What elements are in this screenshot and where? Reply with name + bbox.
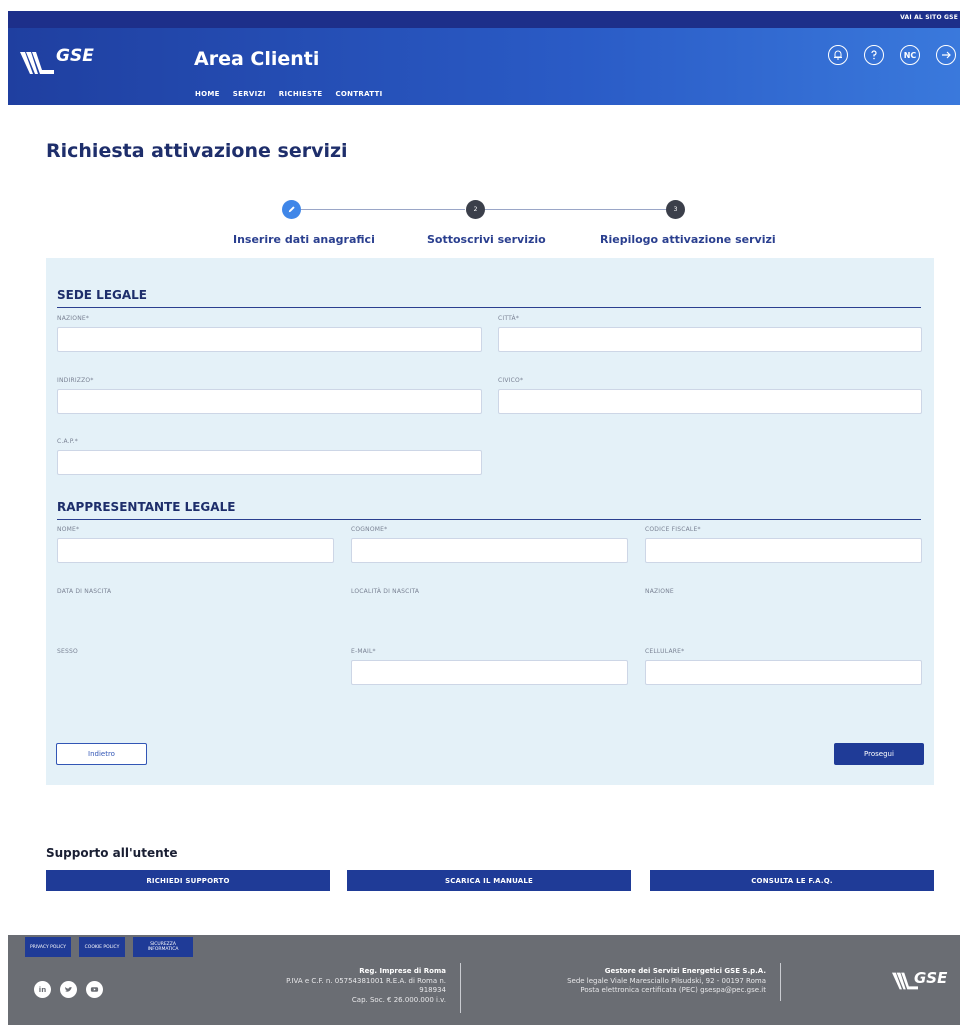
page-title: Richiesta attivazione servizi <box>46 140 348 162</box>
citta-input[interactable] <box>498 327 922 352</box>
registry-line: 918934 <box>419 986 446 994</box>
security-link[interactable]: SICUREZZA INFORMATICA <box>133 937 193 957</box>
logo-text: GSE <box>56 46 94 66</box>
section-divider <box>57 307 921 308</box>
step-connector <box>485 209 670 210</box>
footer-policy-links: PRIVACY POLICY COOKIE POLICY SICUREZZA I… <box>25 937 193 957</box>
localita-nascita-label: LOCALITÀ DI NASCITA <box>351 588 420 595</box>
top-utility-bar: VAI AL SITO GSE <box>8 11 960 28</box>
footer-divider <box>460 963 461 1013</box>
footer-gse-logo: GSE <box>892 969 952 1005</box>
next-button[interactable]: Prosegui <box>834 743 924 765</box>
header-actions: NC <box>828 45 956 65</box>
social-links: in <box>34 981 103 998</box>
nazione-nascita-label: NAZIONE <box>645 588 674 595</box>
faq-button[interactable]: CONSULTA LE F.A.Q. <box>650 870 934 891</box>
footer: PRIVACY POLICY COOKIE POLICY SICUREZZA I… <box>8 935 960 1025</box>
cognome-label: COGNOME* <box>351 526 388 533</box>
codice-fiscale-label: CODICE FISCALE* <box>645 526 701 533</box>
support-title: Supporto all'utente <box>46 846 178 860</box>
step-1-indicator <box>282 200 301 219</box>
step-3-indicator: 3 <box>666 200 685 219</box>
footer-registry: Reg. Imprese di Roma P.IVA e C.F. n. 057… <box>286 967 446 1005</box>
citta-label: CITTÀ* <box>498 315 520 322</box>
help-icon[interactable] <box>864 45 884 65</box>
cellulare-input[interactable] <box>645 660 922 685</box>
company-line: Posta elettronica certificata (PEC) gses… <box>580 986 766 994</box>
nome-label: NOME* <box>57 526 80 533</box>
request-support-button[interactable]: RICHIEDI SUPPORTO <box>46 870 330 891</box>
civico-input[interactable] <box>498 389 922 414</box>
cellulare-label: CELLULARE* <box>645 648 685 655</box>
indirizzo-label: INDIRIZZO* <box>57 377 94 384</box>
pencil-icon <box>288 206 295 213</box>
cookie-policy-link[interactable]: COOKIE POLICY <box>79 937 125 957</box>
nav-servizi[interactable]: SERVIZI <box>233 90 266 98</box>
section-title-rappresentante: RAPPRESENTANTE LEGALE <box>57 500 236 514</box>
nome-input[interactable] <box>57 538 334 563</box>
email-input[interactable] <box>351 660 628 685</box>
form-panel: SEDE LEGALE NAZIONE* CITTÀ* INDIRIZZO* C… <box>46 258 934 785</box>
nazione-input[interactable] <box>57 327 482 352</box>
registry-title: Reg. Imprese di Roma <box>359 967 446 975</box>
company-title: Gestore dei Servizi Energetici GSE S.p.A… <box>604 967 766 975</box>
codice-fiscale-input[interactable] <box>645 538 922 563</box>
section-title-sede-legale: SEDE LEGALE <box>57 288 147 302</box>
gse-site-link[interactable]: VAI AL SITO GSE <box>900 14 958 21</box>
footer-divider <box>780 963 781 1001</box>
youtube-icon[interactable] <box>86 981 103 998</box>
registry-line: P.IVA e C.F. n. 05754381001 R.E.A. di Ro… <box>286 976 446 985</box>
logout-icon[interactable] <box>936 45 956 65</box>
gse-wing-icon <box>20 52 54 74</box>
step-2-label: Sottoscrivi servizio <box>427 233 546 246</box>
nc-icon[interactable]: NC <box>900 45 920 65</box>
app-title: Area Clienti <box>194 48 320 70</box>
header: GSE Area Clienti HOME SERVIZI RICHIESTE … <box>8 28 960 105</box>
step-1-label: Inserire dati anagrafici <box>233 233 375 246</box>
step-2-indicator: 2 <box>466 200 485 219</box>
cognome-input[interactable] <box>351 538 628 563</box>
civico-label: CIVICO* <box>498 377 524 384</box>
data-nascita-label: DATA DI NASCITA <box>57 588 112 595</box>
stepper: 2 3 Inserire dati anagrafici Sottoscrivi… <box>220 197 776 247</box>
registry-line: Cap. Soc. € 26.000.000 i.v. <box>351 995 446 1004</box>
twitter-icon[interactable] <box>60 981 77 998</box>
section-divider <box>57 519 921 520</box>
indirizzo-input[interactable] <box>57 389 482 414</box>
email-label: E-MAIL* <box>351 648 376 655</box>
footer-company: Gestore dei Servizi Energetici GSE S.p.A… <box>567 967 766 996</box>
nazione-label: NAZIONE* <box>57 315 90 322</box>
cap-input[interactable] <box>57 450 482 475</box>
linkedin-icon[interactable]: in <box>34 981 51 998</box>
download-manual-button[interactable]: SCARICA IL MANUALE <box>347 870 631 891</box>
nav-home[interactable]: HOME <box>195 90 220 98</box>
cap-label: C.A.P.* <box>57 438 78 445</box>
nav-richieste[interactable]: RICHIESTE <box>279 90 323 98</box>
sesso-label: SESSO <box>57 648 78 655</box>
back-button[interactable]: Indietro <box>56 743 147 765</box>
footer-logo-text: GSE <box>914 969 948 987</box>
bell-icon[interactable] <box>828 45 848 65</box>
gse-logo[interactable]: GSE <box>20 44 100 86</box>
step-connector <box>300 209 465 210</box>
nav-contratti[interactable]: CONTRATTI <box>335 90 382 98</box>
privacy-policy-link[interactable]: PRIVACY POLICY <box>25 937 71 957</box>
step-3-label: Riepilogo attivazione servizi <box>600 233 776 246</box>
main-nav: HOME SERVIZI RICHIESTE CONTRATTI <box>195 90 382 98</box>
company-line: Sede legale Viale Maresciallo Pilsudski,… <box>567 976 766 985</box>
